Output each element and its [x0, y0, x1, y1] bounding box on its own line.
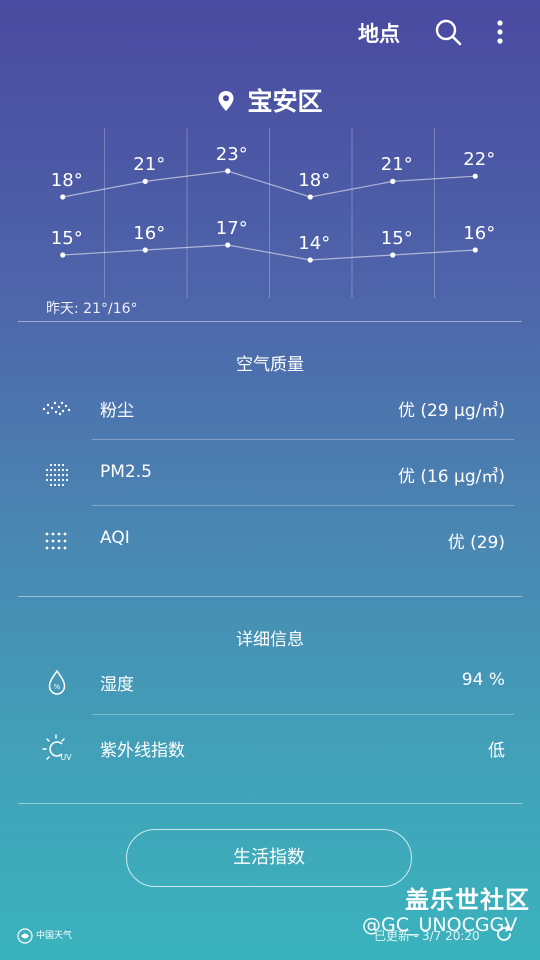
forecast-graph-lines [60, 128, 478, 298]
lows-label: 15° [50, 228, 83, 249]
location-title: 宝安区 [0, 82, 540, 118]
svg-text:%: % [54, 683, 61, 691]
divider [18, 321, 522, 322]
lows-label: 16° [133, 223, 166, 244]
yesterday-temps: 昨天: 21°/16° [46, 301, 138, 317]
weather-china-logo: 中国天气 [16, 925, 82, 947]
humidity-icon: % [40, 668, 74, 698]
highs-label: 21° [380, 154, 413, 176]
dust-label: 粉尘 [100, 401, 134, 421]
forecast-graph: 18° 21° 23° 18° 21° 22° 15° 16° 17° 14° 15° 16° [0, 120, 540, 305]
svg-text:UV: UV [60, 753, 72, 762]
dust-row: 粉尘 优 (29 μg/㎥) [0, 376, 540, 440]
divider [18, 596, 522, 597]
high-temp-point [60, 194, 66, 200]
high-temp-point [142, 178, 148, 184]
aqi-icon [40, 526, 74, 556]
pm25-icon [40, 460, 74, 490]
aqi-value: 优 (29) [447, 533, 505, 553]
low-temp-point [60, 252, 66, 258]
high-temp-point [472, 173, 478, 179]
location-name: 宝安区 [247, 87, 323, 116]
highs-label: 21° [133, 154, 166, 176]
pm25-label: PM2.5 [100, 462, 152, 482]
high-temp-point [225, 168, 231, 174]
pm25-value: 优 (16 μg/㎥) [397, 467, 505, 487]
divider [18, 803, 522, 804]
lows-label: 14° [298, 233, 331, 254]
highs-label: 18° [298, 170, 331, 191]
highs-label: 23° [215, 144, 248, 165]
uv-sun-icon: UV [40, 734, 74, 764]
more-options-icon[interactable] [488, 16, 512, 48]
highs-label: 18° [50, 170, 83, 191]
divider [92, 505, 514, 506]
high-temp-point [390, 178, 396, 184]
lows-label: 16° [463, 223, 496, 244]
divider [92, 714, 514, 715]
humidity-value: 94 % [461, 670, 505, 690]
low-temp-point [390, 252, 396, 258]
low-temp-point [472, 247, 478, 253]
low-temp-point [307, 257, 313, 263]
high-temp-point [307, 194, 313, 200]
divider [92, 439, 514, 440]
search-icon[interactable] [432, 16, 464, 48]
dust-value: 优 (29 μg/㎥) [397, 401, 505, 421]
watermark-title: 盖乐世社区 [405, 886, 530, 914]
uv-value: 低 [488, 741, 505, 761]
dust-icon [40, 394, 74, 424]
low-temp-point [142, 247, 148, 253]
low-temp-point [225, 242, 231, 248]
lows-label: 15° [380, 228, 413, 249]
logo-text: 中国天气 [36, 929, 72, 941]
humidity-row: % 湿度 94 % [0, 650, 540, 714]
air-quality-title: 空气质量 [236, 355, 304, 375]
lows-label: 17° [215, 218, 248, 239]
uv-label: 紫外线指数 [100, 741, 185, 761]
aqi-row: AQI 优 (29) [0, 508, 540, 572]
life-index-button[interactable]: 生活指数 [126, 829, 412, 887]
uv-row: UV 紫外线指数 低 [0, 716, 540, 780]
watermark-user: @GC_UNOCGGV [362, 914, 518, 936]
locations-button[interactable]: 地点 [358, 18, 400, 48]
highs-label: 22° [463, 149, 496, 171]
pm25-row: PM2.5 优 (16 μg/㎥) [0, 442, 540, 506]
location-pin-icon [217, 89, 235, 111]
details-title: 详细信息 [236, 630, 304, 650]
humidity-label: 湿度 [100, 675, 134, 695]
aqi-label: AQI [100, 528, 130, 548]
